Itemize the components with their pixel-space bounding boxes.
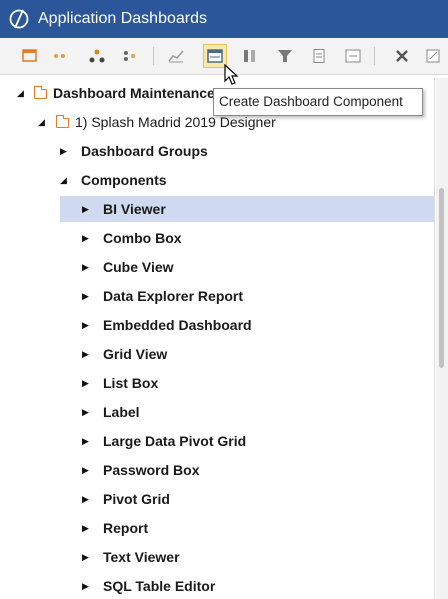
tree-node-components[interactable]: ◢ Components <box>0 167 434 193</box>
collapsed-caret-icon[interactable]: ▶ <box>82 204 89 215</box>
tree-node-component[interactable]: ▶ SQL Table Editor <box>0 573 434 599</box>
tree-node-label: Embedded Dashboard <box>103 317 252 333</box>
expanded-caret-icon[interactable]: ◢ <box>17 88 24 99</box>
new-dashboard-icon[interactable] <box>22 49 38 63</box>
tree-node-component[interactable]: ▶ Report <box>0 515 434 541</box>
tree-node-component[interactable]: ▶ Combo Box <box>0 225 434 251</box>
tree-node-label: 1) Splash Madrid 2019 Designer <box>75 114 276 130</box>
folder-icon <box>55 115 69 128</box>
collapsed-caret-icon[interactable]: ▶ <box>82 407 89 418</box>
tree-node-label: Label <box>103 404 140 420</box>
tree-node-label: Grid View <box>103 346 168 362</box>
collapsed-caret-icon[interactable]: ▶ <box>82 523 89 534</box>
tree-node-label: Password Box <box>103 462 200 478</box>
tree-node-component[interactable]: ▶ Embedded Dashboard <box>0 312 434 338</box>
tree-node-label: SQL Table Editor <box>103 578 216 594</box>
chart-icon[interactable] <box>168 49 184 63</box>
expanded-caret-icon[interactable]: ◢ <box>38 117 45 128</box>
filter-icon[interactable] <box>277 49 293 63</box>
document-icon[interactable] <box>311 49 327 63</box>
create-component-icon[interactable] <box>207 49 223 63</box>
collapsed-caret-icon[interactable]: ▶ <box>82 465 89 476</box>
title-bar: Application Dashboards <box>0 0 448 38</box>
tree-node-label: Report <box>103 520 149 536</box>
tree-node-label: BI Viewer <box>103 201 166 217</box>
collapsed-caret-icon[interactable]: ▶ <box>82 233 89 244</box>
tree-node-label: Combo Box <box>103 230 182 246</box>
tree-node-component[interactable]: ▶ Password Box <box>0 457 434 483</box>
tree-node-label: Dashboard Groups <box>81 143 208 159</box>
folder-icon <box>33 86 47 99</box>
collapsed-caret-icon[interactable]: ▶ <box>82 291 89 302</box>
toolbar-separator <box>153 47 154 65</box>
collapsed-caret-icon[interactable]: ▶ <box>82 349 89 360</box>
tree-node-component[interactable]: ▶ Cube View <box>0 254 434 280</box>
tree-node-label: Large Data Pivot Grid <box>103 433 247 449</box>
toolbar-separator <box>374 47 375 65</box>
tree-node-component[interactable]: ▶ Data Explorer Report <box>0 283 434 309</box>
mouse-cursor-icon <box>224 64 239 85</box>
collapsed-caret-icon[interactable]: ▶ <box>82 494 89 505</box>
form-icon[interactable] <box>345 49 361 63</box>
tree-node-component[interactable]: ▶ Pivot Grid <box>0 486 434 512</box>
tree-node-label: Dashboard Maintenance <box>53 85 215 101</box>
tree-node-label: Components <box>81 172 167 188</box>
collapsed-caret-icon[interactable]: ▶ <box>60 146 67 157</box>
tree-node-label: Pivot Grid <box>103 491 170 507</box>
tree-node-component[interactable]: ▶ BI Viewer <box>60 196 434 222</box>
tree-node-component[interactable]: ▶ Large Data Pivot Grid <box>0 428 434 454</box>
tree-node-component[interactable]: ▶ Text Viewer <box>0 544 434 570</box>
link-icon[interactable] <box>52 49 68 63</box>
collapsed-caret-icon[interactable]: ▶ <box>82 581 89 592</box>
expanded-caret-icon[interactable]: ◢ <box>60 175 67 186</box>
tree-node-label: Text Viewer <box>103 549 180 565</box>
columns-icon[interactable] <box>242 49 258 63</box>
group-icon[interactable] <box>122 49 138 63</box>
scrollbar-thumb[interactable] <box>439 188 444 368</box>
tree-node-label: Data Explorer Report <box>103 288 244 304</box>
tooltip: Create Dashboard Component <box>213 88 423 116</box>
vertical-scrollbar[interactable] <box>436 78 448 599</box>
hierarchy-icon[interactable] <box>89 49 105 63</box>
panel-divider <box>434 78 435 599</box>
collapsed-caret-icon[interactable]: ▶ <box>82 262 89 273</box>
tree-node-dashboard-groups[interactable]: ▶ Dashboard Groups <box>0 138 434 164</box>
collapsed-caret-icon[interactable]: ▶ <box>82 552 89 563</box>
delete-icon[interactable] <box>394 49 410 63</box>
tree-node-label: List Box <box>103 375 159 391</box>
copy-icon[interactable] <box>426 49 442 63</box>
tree-node-label: Cube View <box>103 259 174 275</box>
tree-node-component[interactable]: ▶ List Box <box>0 370 434 396</box>
dashboard-tree: ◢ Dashboard Maintenance ◢ 1) Splash Madr… <box>0 78 434 599</box>
onestream-logo-icon <box>9 9 29 29</box>
window-title: Application Dashboards <box>38 10 207 27</box>
collapsed-caret-icon[interactable]: ▶ <box>82 378 89 389</box>
collapsed-caret-icon[interactable]: ▶ <box>82 320 89 331</box>
collapsed-caret-icon[interactable]: ▶ <box>82 436 89 447</box>
tree-node-component[interactable]: ▶ Label <box>0 399 434 425</box>
tree-node-component[interactable]: ▶ Grid View <box>0 341 434 367</box>
